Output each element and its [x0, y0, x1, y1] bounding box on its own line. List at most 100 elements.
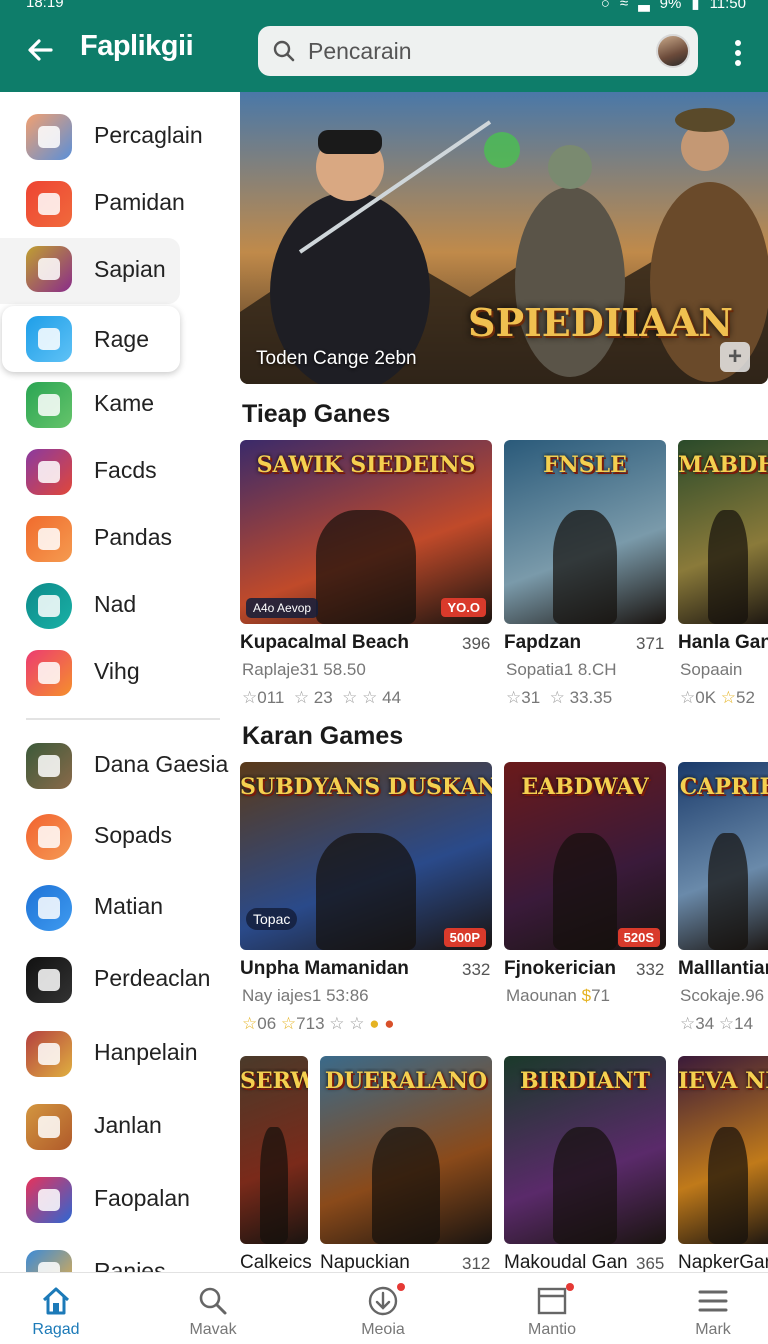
game-name: Unpha Mamanidan: [240, 958, 409, 979]
status-time: 18:19: [26, 0, 64, 11]
app-bar: Faplikgii: [0, 14, 768, 92]
nav-label: Ragad: [32, 1321, 80, 1338]
game-character: [371, 1127, 441, 1244]
app-icon-glyph: [38, 969, 60, 991]
nav-downloads[interactable]: Meoia: [323, 1273, 443, 1344]
app-icon-glyph: [38, 461, 60, 483]
app-icon-glyph: [38, 1262, 60, 1272]
sidebar-item-label: Pandas: [94, 524, 173, 550]
game-logo-text: FNSLE: [543, 452, 627, 478]
hero-banner[interactable]: SPIEDIIAAN Toden Cange 2ebn +: [240, 92, 768, 384]
sidebar-item-perdeaclan[interactable]: Perdeaclan: [0, 949, 238, 1009]
home-icon: [42, 1287, 70, 1315]
rating-value: 23: [313, 688, 333, 707]
game-subtitle: Scokaje.96: [680, 986, 765, 1005]
status-bar: 18:19 ○ ≈ ▃ 9% ▮ 11:50: [0, 0, 768, 14]
rating-row: ☆34 ☆14: [680, 1014, 753, 1034]
game-logo-text: SUBDYANS DUSKAN: [240, 774, 492, 800]
star-icon: ☆: [549, 688, 565, 707]
app-icon: [26, 114, 72, 160]
game-character: [552, 509, 618, 624]
sidebar-item-label: Vihg: [94, 658, 140, 684]
app-icon-glyph: [38, 328, 60, 350]
app-icon: [26, 583, 72, 629]
app-icon: [26, 957, 72, 1003]
status-icons: ○ ≈ ▃ 9% ▮ 11:50: [601, 0, 746, 12]
sidebar-item-sopads[interactable]: Sopads: [0, 806, 238, 866]
star-icon: ☆: [680, 1014, 696, 1033]
game-subtitle: Raplaje31 58.50: [242, 660, 366, 679]
nav-menu[interactable]: Mark: [653, 1273, 768, 1344]
game-character: [708, 833, 748, 950]
game-logo-text: DUERALANO: [324, 1068, 488, 1094]
sidebar-item-label: Faopalan: [94, 1185, 190, 1211]
nav-windows[interactable]: Mantio: [492, 1273, 612, 1344]
game-character: [552, 833, 618, 950]
search-bar[interactable]: [258, 26, 698, 76]
app-icon-glyph: [38, 258, 60, 280]
sidebar-item-nad[interactable]: Nad: [0, 575, 238, 635]
star-icon: ☆: [242, 688, 258, 707]
app-icon: [26, 449, 72, 495]
rating-row: ☆06 ☆713 ☆ ☆ ● ●: [242, 1014, 395, 1034]
signal-icon: ▃: [638, 0, 650, 12]
game-name: Hanla Gan: [678, 632, 768, 653]
game-thumbnail: BIRDIANT: [504, 1056, 666, 1244]
sidebar-item-vihg[interactable]: Vihg: [0, 642, 238, 702]
sidebar-item-percaglain[interactable]: Percaglain: [0, 106, 238, 166]
sidebar-item-label: Nad: [94, 591, 137, 617]
game-character: [315, 833, 417, 950]
game-character: [708, 1127, 748, 1244]
section-title: Karan Games: [242, 722, 404, 750]
rating-row: ☆0K ☆52: [680, 688, 755, 708]
search-icon: [273, 40, 295, 62]
sidebar-item-label: Dana Gaesia: [94, 751, 229, 777]
sidebar-item-faopalan[interactable]: Faopalan: [0, 1169, 238, 1229]
game-tag: A4o Aevop: [246, 598, 319, 618]
sidebar-item-facds[interactable]: Facds: [0, 441, 238, 501]
avatar[interactable]: [656, 34, 690, 68]
app-icon: [26, 516, 72, 562]
search-input[interactable]: [308, 26, 638, 76]
coin-icon: $: [581, 986, 592, 1005]
game-logo-text: MABDHAK: [678, 452, 768, 478]
nav-search[interactable]: Mavak: [153, 1273, 273, 1344]
app-icon-glyph: [38, 755, 60, 777]
sidebar-item-janlan[interactable]: Janlan: [0, 1096, 238, 1156]
game-name: Fapdzan: [504, 632, 582, 653]
game-name: Fjnokerician: [504, 958, 616, 979]
sidebar-item-pamidan[interactable]: Pamidan: [0, 173, 238, 233]
game-badge: 520S: [617, 928, 660, 947]
sidebar-divider: [26, 718, 220, 720]
sidebar-item-matian[interactable]: Matian: [0, 877, 238, 937]
game-thumbnail: MABDHAK: [678, 440, 768, 624]
rating-value: 14: [734, 1014, 754, 1033]
sidebar-item-hanpelain[interactable]: Hanpelain: [0, 1023, 238, 1083]
sidebar-item-rage[interactable]: Rage: [2, 306, 180, 372]
notification-dot: [397, 1283, 405, 1291]
sidebar-item-sapian[interactable]: Sapian: [0, 238, 180, 304]
app-icon: [26, 382, 72, 428]
game-count: 371: [636, 634, 665, 653]
game-character: [260, 1127, 288, 1244]
sidebar-item-dana-gaesia[interactable]: Dana Gaesia: [0, 735, 238, 795]
app-icon-glyph: [38, 595, 60, 617]
app-icon: [26, 181, 72, 227]
sidebar-item-pandas[interactable]: Pandas: [0, 508, 238, 568]
app-icon-glyph: [38, 1189, 60, 1211]
battery-icon: ▮: [691, 0, 700, 12]
battery-percent: 9%: [659, 0, 682, 12]
nav-home[interactable]: Ragad: [0, 1273, 116, 1344]
sidebar-item-ranies[interactable]: Ranies: [0, 1242, 238, 1272]
sidebar-item-kame[interactable]: Kame: [0, 374, 238, 434]
rating-row: ☆011 ☆ 23 ☆ ☆ 44: [242, 688, 401, 708]
plus-icon[interactable]: +: [720, 342, 750, 372]
app-icon: [26, 1177, 72, 1223]
star-icon: ☆: [720, 688, 737, 707]
window-icon: [537, 1287, 567, 1315]
arrow-left-icon[interactable]: [24, 34, 56, 66]
nav-label: Meoia: [361, 1321, 405, 1338]
game-count: 312: [462, 1254, 491, 1272]
star-icon: ☆: [362, 688, 378, 707]
more-vert-icon[interactable]: [734, 40, 742, 66]
